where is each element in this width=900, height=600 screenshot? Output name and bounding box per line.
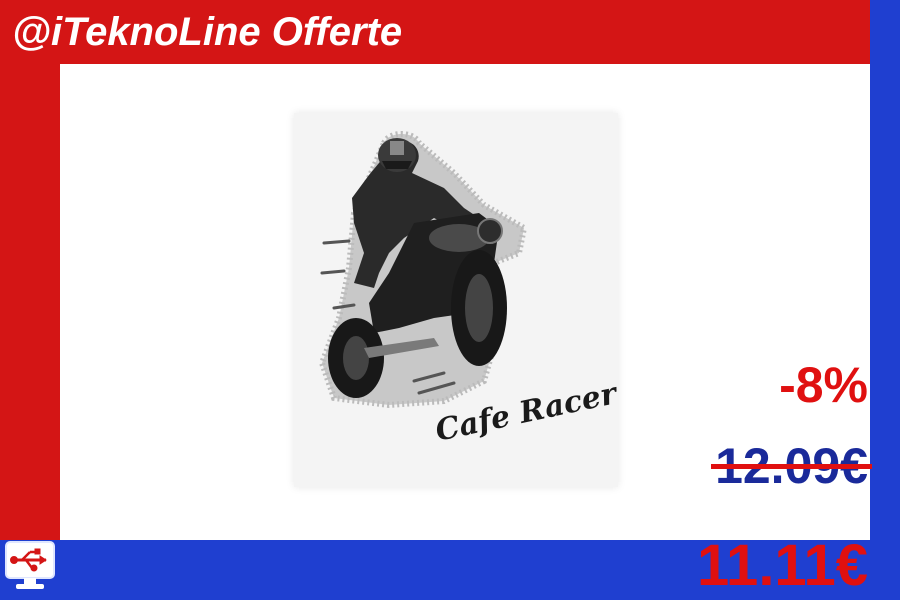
usb-monitor-icon bbox=[2, 538, 58, 594]
blue-side-band bbox=[870, 0, 900, 600]
product-image: Cafe Racer bbox=[294, 113, 620, 487]
old-price: 12.09€ bbox=[711, 436, 872, 496]
new-price: 11.11€ bbox=[697, 533, 868, 598]
page-title: @iTeknoLine Offerte bbox=[12, 10, 403, 54]
strikethrough-line bbox=[711, 464, 872, 469]
discount-badge: -8% bbox=[779, 357, 868, 413]
